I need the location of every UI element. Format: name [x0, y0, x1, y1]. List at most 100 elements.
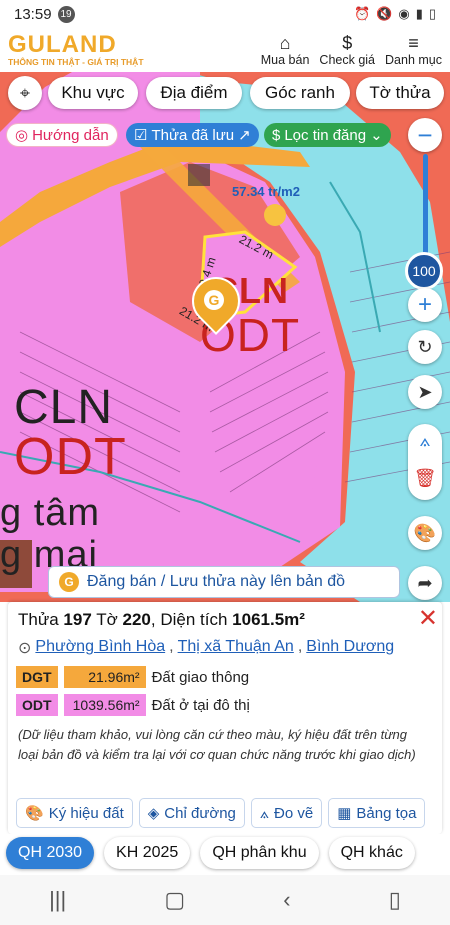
logo[interactable]: GULAND THÔNG TIN THẬT - GIÁ TRỊ THẬT [8, 31, 144, 68]
measure-icon: ⟑ [259, 804, 270, 822]
post-listing-banner[interactable]: G Đăng bán / Lưu thửa này lên bản đồ [48, 566, 400, 598]
parcel-filter-button[interactable]: Tờ thửa [356, 77, 444, 109]
map-view[interactable]: CLN ODT CLN ODT g tâm g mại 57.34 tr/m2 … [0, 72, 450, 602]
banner-text: Đăng bán / Lưu thửa này lên bản đồ [87, 573, 346, 590]
clock: 13:59 [14, 5, 52, 23]
menu-label: Danh mục [385, 53, 442, 67]
house-icon: ⌂ [279, 33, 291, 53]
navigate-button[interactable]: ➤ [408, 375, 442, 409]
buy-sell-button[interactable]: ⌂ Mua bán [261, 33, 310, 67]
parcel-title: Thửa 197 Tờ 220, Diện tích 1061.5m² [18, 610, 305, 629]
checkbox-icon: ☑ [134, 127, 148, 144]
sheet-label: Tờ [96, 610, 118, 629]
tab-qh-khac[interactable]: QH khác [328, 837, 415, 869]
target-icon: ◎ [15, 127, 29, 144]
plus-icon: + [417, 291, 432, 318]
guland-logo-icon: G [59, 572, 79, 592]
app-header: GULAND THÔNG TIN THẬT - GIÁ TRỊ THẬT ⌂ M… [0, 28, 450, 72]
refresh-icon: ↻ [417, 336, 433, 357]
dollar-circle-icon: $ [272, 126, 281, 144]
land-legend-label: Ký hiệu đất [48, 804, 124, 822]
keyboard-icon[interactable]: ▯ [389, 887, 401, 913]
measure-button[interactable]: ⟑ Đo vẽ [250, 798, 323, 828]
parcel-label: Thửa [18, 610, 59, 629]
coordinates-table-button[interactable]: ▦ Bảng tọa [328, 798, 426, 828]
map-pin-icon: ⊙ [18, 640, 32, 657]
tab-qh-phan-khu[interactable]: QH phân khu [200, 837, 319, 869]
hamburger-icon: ≡ [408, 33, 419, 53]
corner-filter-button[interactable]: Góc ranh [250, 77, 350, 109]
navigation-arrow-icon: ➤ [417, 381, 433, 402]
menu-button[interactable]: ≡ Danh mục [385, 33, 442, 67]
guide-label: Hướng dẫn [32, 126, 109, 144]
external-arrow-icon: ↗ [238, 127, 251, 144]
price-marker[interactable] [264, 204, 286, 226]
palette-icon: 🎨 [25, 805, 44, 822]
battery-icon: ▯ [428, 6, 436, 21]
saved-parcels-button[interactable]: ☑ Thửa đã lưu ↗ [126, 123, 259, 147]
share-button[interactable]: ➦ [408, 566, 442, 600]
pin-logo-icon: G [204, 290, 224, 310]
mute-icon: 🔇 [376, 6, 393, 21]
land-name: Đất ở tại đô thị [151, 696, 250, 714]
province-link[interactable]: Bình Dương [306, 638, 394, 658]
filter-listings-button[interactable]: $ Lọc tin đăng ⌄ [264, 123, 391, 147]
alarm-icon: ⏰ [353, 6, 371, 21]
back-icon[interactable]: ‹ [283, 887, 290, 913]
recent-apps-icon[interactable]: ||| [49, 887, 66, 913]
directions-button[interactable]: ◈ Chỉ đường [138, 798, 245, 828]
area-label: Diện tích [160, 610, 228, 629]
tab-kh-2025[interactable]: KH 2025 [104, 837, 191, 869]
guide-button[interactable]: ◎ Hướng dẫn [6, 123, 118, 147]
directions-icon: ◈ [147, 805, 160, 822]
close-icon[interactable]: ✕ [418, 604, 438, 633]
check-price-label: Check giá [319, 53, 376, 67]
zoom-track[interactable] [423, 154, 428, 266]
minus-icon: − [417, 119, 433, 150]
trash-icon[interactable]: 🗑 [408, 468, 442, 489]
signal-icon: ▮ [415, 6, 423, 21]
wifi-icon: ◉ [398, 6, 410, 21]
logo-text: GULAND [8, 31, 117, 58]
zoom-handle[interactable]: 100 [405, 252, 443, 290]
ward-link[interactable]: Phường Bình Hòa [35, 638, 165, 658]
my-location-button[interactable]: ⌖ [8, 76, 42, 110]
area-filter-button[interactable]: Khu vực [48, 77, 138, 109]
system-nav-bar: ||| ▢ ‹ ▯ [0, 875, 450, 925]
palette-button[interactable]: 🎨 [408, 516, 442, 550]
compass-draw-icon[interactable]: ⟑ [408, 430, 442, 451]
home-icon[interactable]: ▢ [164, 887, 185, 913]
refresh-button[interactable]: ↻ [408, 330, 442, 364]
share-arrow-icon: ➦ [417, 572, 433, 593]
coordinates-table-label: Bảng tọa [356, 804, 417, 822]
land-code: ODT [16, 694, 58, 716]
parcel-info-panel: Thửa 197 Tờ 220, Diện tích 1061.5m² ✕ ⊙ … [8, 602, 442, 834]
land-use-row: ODT 1039.56m² Đất ở tại đô thị [16, 694, 250, 716]
parcel-tools: 🎨 Ký hiệu đất ◈ Chỉ đường ⟑ Đo vẽ ▦ Bảng tọa [16, 798, 426, 828]
check-price-button[interactable]: $ Check giá [319, 33, 375, 67]
price-label: 57.34 tr/m2 [232, 184, 300, 199]
zoom-in-button[interactable]: + [408, 288, 442, 322]
buy-sell-label: Mua bán [260, 53, 310, 67]
land-area: 21.96m² [63, 666, 146, 688]
district-link[interactable]: Thị xã Thuận An [178, 638, 294, 658]
directions-label: Chỉ đường [164, 804, 236, 822]
land-name: Đất giao thông [151, 668, 250, 686]
street-label: g tâm [0, 492, 101, 534]
notification-count-badge: 19 [57, 5, 75, 23]
place-filter-button[interactable]: Địa điểm [146, 77, 242, 109]
filter-listings-label: Lọc tin đăng [284, 126, 367, 144]
address-line: ⊙ Phường Bình Hòa, Thị xã Thuận An, Bình… [18, 638, 395, 658]
disclaimer-note: (Dữ liệu tham khảo, vui lòng căn cứ theo… [18, 727, 416, 762]
parcel-area: 1061.5m² [232, 610, 305, 629]
dollar-icon: $ [342, 33, 353, 53]
land-legend-button[interactable]: 🎨 Ký hiệu đất [16, 798, 133, 828]
palette-icon: 🎨 [413, 522, 437, 543]
tab-qh-2030[interactable]: QH 2030 [6, 837, 95, 869]
table-icon: ▦ [337, 805, 352, 822]
chevron-down-icon: ⌄ [370, 127, 383, 144]
land-code: DGT [16, 666, 58, 688]
sheet-number: 220 [122, 610, 151, 629]
logo-tagline: THÔNG TIN THẬT - GIÁ TRỊ THẬT [8, 57, 144, 67]
zoom-out-button[interactable]: − [408, 118, 442, 152]
